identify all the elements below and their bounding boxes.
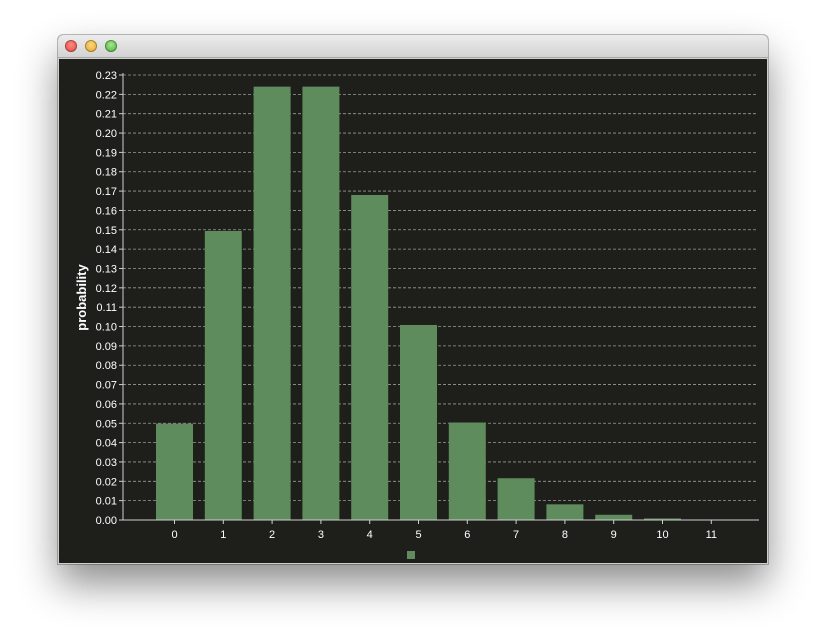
y-tick-label: 0.06 bbox=[96, 399, 117, 411]
x-tick-label: 9 bbox=[611, 529, 617, 541]
minimize-window-button[interactable] bbox=[85, 40, 97, 52]
y-tick-label: 0.15 bbox=[96, 225, 117, 237]
y-tick-label: 0.14 bbox=[96, 244, 117, 256]
x-tick-label: 8 bbox=[562, 529, 568, 541]
bar bbox=[448, 422, 486, 520]
bar bbox=[302, 86, 340, 520]
title-bar bbox=[58, 35, 768, 58]
y-tick-label: 0.09 bbox=[96, 341, 117, 353]
y-axis: 0.00 0.01 0.02 0.03 0.04 0.05 0.06 0.07 0.08 0.09… bbox=[96, 70, 124, 527]
x-tick-label: 0 bbox=[171, 529, 177, 541]
y-tick-label: 0.17 bbox=[96, 186, 117, 198]
app-window: 0.00 0.01 0.02 0.03 0.04 0.05 0.06 0.07 0.08 0.09… bbox=[58, 35, 768, 564]
bar bbox=[351, 194, 389, 520]
bar bbox=[546, 504, 584, 520]
x-tick-label: 5 bbox=[415, 529, 421, 541]
y-tick-label: 0.19 bbox=[96, 147, 117, 159]
y-tick-label: 0.12 bbox=[96, 283, 117, 295]
y-axis-title: probability bbox=[74, 264, 89, 331]
zoom-window-button[interactable] bbox=[105, 40, 117, 52]
bar bbox=[204, 230, 242, 520]
y-tick-label: 0.22 bbox=[96, 89, 117, 101]
x-axis: 0 1 2 3 4 5 6 7 8 9 10 11 bbox=[123, 519, 759, 541]
y-tick-label: 0.08 bbox=[96, 360, 117, 372]
y-tick-label: 0.10 bbox=[96, 322, 117, 334]
bars bbox=[156, 86, 730, 521]
y-tick-label: 0.01 bbox=[96, 496, 117, 508]
y-tick-label: 0.00 bbox=[96, 515, 117, 527]
y-tick-label: 0.11 bbox=[96, 302, 117, 314]
bar bbox=[253, 86, 291, 520]
y-tick-label: 0.13 bbox=[96, 263, 117, 275]
legend-swatch bbox=[407, 551, 415, 559]
y-tick-label: 0.05 bbox=[96, 418, 117, 430]
y-tick-label: 0.07 bbox=[96, 380, 117, 392]
x-tick-label: 10 bbox=[656, 529, 668, 541]
x-tick-label: 3 bbox=[318, 529, 324, 541]
bar bbox=[595, 514, 633, 520]
x-tick-label: 1 bbox=[220, 529, 226, 541]
bar bbox=[400, 324, 437, 520]
y-tick-label: 0.21 bbox=[96, 109, 117, 121]
y-tick-label: 0.18 bbox=[96, 167, 117, 179]
x-tick-label: 11 bbox=[706, 529, 717, 541]
x-tick-label: 7 bbox=[513, 529, 519, 541]
x-tick-label: 4 bbox=[367, 529, 373, 541]
y-tick-label: 0.04 bbox=[96, 438, 117, 450]
chart-panel: 0.00 0.01 0.02 0.03 0.04 0.05 0.06 0.07 0.08 0.09… bbox=[58, 58, 768, 564]
bar bbox=[497, 478, 535, 520]
y-tick-label: 0.20 bbox=[96, 128, 117, 140]
y-tick-label: 0.16 bbox=[96, 205, 117, 217]
bar-chart: 0.00 0.01 0.02 0.03 0.04 0.05 0.06 0.07 0.08 0.09… bbox=[74, 70, 759, 559]
bar bbox=[156, 423, 193, 520]
y-tick-label: 0.02 bbox=[96, 476, 117, 488]
legend bbox=[407, 551, 415, 559]
x-tick-label: 2 bbox=[269, 529, 275, 541]
y-tick-label: 0.23 bbox=[96, 70, 117, 82]
y-tick-label: 0.03 bbox=[96, 457, 117, 469]
close-window-button[interactable] bbox=[65, 40, 77, 52]
x-tick-label: 6 bbox=[464, 529, 470, 541]
